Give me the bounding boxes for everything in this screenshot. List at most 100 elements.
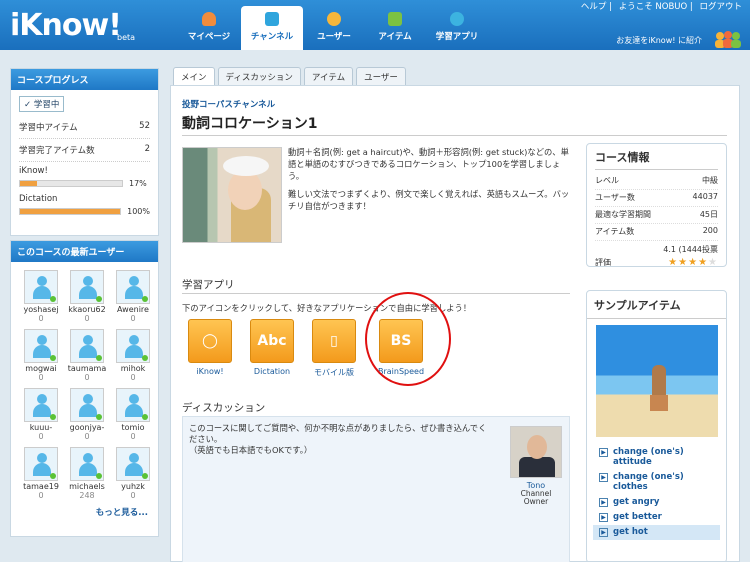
tab-items[interactable]: アイテム: [303, 67, 354, 86]
user-card[interactable]: mihok 0: [111, 329, 155, 382]
user-card[interactable]: michaels 248: [65, 447, 109, 500]
star-icon: ★: [708, 257, 718, 268]
user-name: Awenire: [117, 305, 149, 314]
sample-item[interactable]: ▶ get hot: [593, 525, 720, 540]
info-row: 最適な学習期間 45日: [595, 207, 718, 224]
invite-text: お友達をiKnow! に紹介: [616, 36, 702, 45]
user-name: yoshasej: [23, 305, 59, 314]
user-card[interactable]: tomio 0: [111, 388, 155, 441]
nav-items[interactable]: アイテム: [364, 10, 426, 50]
avatar-body: [33, 404, 51, 417]
user-card[interactable]: kuuu- 0: [19, 388, 63, 441]
more-users-link[interactable]: もっと見る...: [11, 504, 158, 526]
user-card[interactable]: mogwai 0: [19, 329, 63, 382]
tab-users[interactable]: ユーザー: [356, 67, 406, 86]
channel-link[interactable]: 投野コーパスチャンネル: [182, 98, 275, 110]
top-links: ヘルプ | ようこそ NOBUO | ログアウト: [580, 2, 742, 12]
mobile-phone-icon: ▯: [312, 319, 356, 363]
play-icon: ▶: [599, 498, 608, 507]
image-hat: [223, 156, 269, 176]
stat-value: 2: [144, 144, 150, 154]
course-image: [182, 147, 282, 243]
play-icon: ▶: [599, 528, 608, 537]
user-card[interactable]: goonjya- 0: [65, 388, 109, 441]
nav-mypage[interactable]: マイページ: [178, 10, 240, 50]
info-label: 最適な学習期間: [595, 210, 651, 219]
sample-item-label: get hot: [613, 527, 648, 537]
avatar: [116, 329, 150, 363]
avatar-head: [37, 394, 47, 404]
user-name: tamae19: [23, 482, 59, 491]
avatar: [116, 447, 150, 481]
user-card[interactable]: tamae19 0: [19, 447, 63, 500]
stat-label: 学習完了アイテム数: [19, 146, 95, 156]
user-name: kkaoru62: [68, 305, 106, 314]
user-card[interactable]: Awenire 0: [111, 270, 155, 323]
user-count: 248: [79, 491, 95, 500]
rating-label: 評価: [595, 258, 611, 267]
help-link[interactable]: ヘルプ: [581, 2, 607, 12]
tab-discussion[interactable]: ディスカッション: [217, 67, 301, 86]
avatar: [24, 447, 58, 481]
app-iknow[interactable]: ◯ iKnow!: [183, 319, 237, 376]
bubble-icon: [450, 12, 464, 26]
invite-link[interactable]: お友達をiKnow! に紹介: [616, 35, 702, 46]
sample-item-label: change (one's) attitude: [613, 447, 684, 467]
tab-main[interactable]: メイン: [173, 67, 215, 86]
user-card[interactable]: yoshasej 0: [19, 270, 63, 323]
star-icon: ★: [678, 257, 689, 268]
sample-item[interactable]: ▶ change (one's) clothes: [587, 470, 726, 495]
user-count: 0: [130, 314, 136, 323]
progress-bar: 100%: [19, 207, 150, 216]
user-count: 0: [38, 373, 44, 382]
progress-label: iKnow!: [19, 166, 48, 176]
app-label: Dictation: [253, 367, 291, 376]
sample-item[interactable]: ▶ change (one's) attitude: [587, 445, 726, 470]
app-dictation[interactable]: Abc Dictation: [245, 319, 299, 376]
discussion-text: このコースに関してご質問や、何か不明な点がありましたら、ぜひ書き込んでください。…: [189, 423, 489, 456]
avatar: [70, 270, 104, 304]
course-description: 動詞＋名詞(例: get a haircut)や、動詞＋形容詞(例: get s…: [288, 147, 569, 181]
avatar-head: [129, 276, 139, 286]
info-label: アイテム数: [595, 227, 635, 236]
rating-stars: ★★★★★: [668, 257, 718, 268]
app-mobile[interactable]: ▯ モバイル版: [307, 319, 361, 378]
progress-fill: [20, 181, 38, 186]
channel-owner[interactable]: Tono Channel Owner: [508, 426, 564, 506]
play-icon: ▶: [599, 513, 608, 522]
avatar: [70, 388, 104, 422]
avatar-head: [129, 453, 139, 463]
avatar-head: [37, 335, 47, 345]
avatar-body: [33, 286, 51, 299]
top-header: iKnow! beta ヘルプ | ようこそ NOBUO | ログアウト マイペ…: [0, 0, 750, 50]
nav-channel[interactable]: チャンネル: [241, 6, 303, 50]
avatar-head: [129, 335, 139, 345]
discussion-box: このコースに関してご質問や、何か不明な点がありましたら、ぜひ書き込んでください。…: [182, 416, 570, 562]
user-card[interactable]: yuhzk 0: [111, 447, 155, 500]
logout-link[interactable]: ログアウト: [699, 2, 742, 12]
user-count: 0: [38, 491, 44, 500]
users-grid: yoshasej 0 kkaoru62 0 Awenire 0 mogwai 0 taumama…: [11, 262, 158, 504]
user-name: tomio: [121, 423, 145, 432]
info-value: 中級: [702, 176, 718, 185]
user-card[interactable]: taumama 0: [65, 329, 109, 382]
user-name: mihok: [120, 364, 146, 373]
play-icon: ▶: [599, 448, 608, 457]
sample-item-label: get angry: [613, 497, 660, 507]
nav-apps[interactable]: 学習アプリ: [426, 10, 488, 50]
iknow-logo[interactable]: iKnow!: [10, 8, 122, 43]
user-count: 0: [130, 491, 136, 500]
sample-item[interactable]: ▶ get angry: [587, 495, 726, 510]
nav-users[interactable]: ユーザー: [303, 10, 365, 50]
owner-suit: [519, 457, 555, 477]
list-icon: [388, 12, 402, 26]
sample-item[interactable]: ▶ get better: [587, 510, 726, 525]
user-count: 0: [130, 432, 136, 441]
tv-icon: [265, 12, 279, 26]
user-card[interactable]: kkaoru62 0: [65, 270, 109, 323]
info-label: ユーザー数: [595, 193, 635, 202]
avatar-head: [83, 394, 93, 404]
owner-avatar: [510, 426, 562, 478]
latest-users-panel: このコースの最新ユーザー yoshasej 0 kkaoru62 0 Awenire 0 m…: [10, 240, 159, 537]
user-count: 0: [84, 314, 90, 323]
